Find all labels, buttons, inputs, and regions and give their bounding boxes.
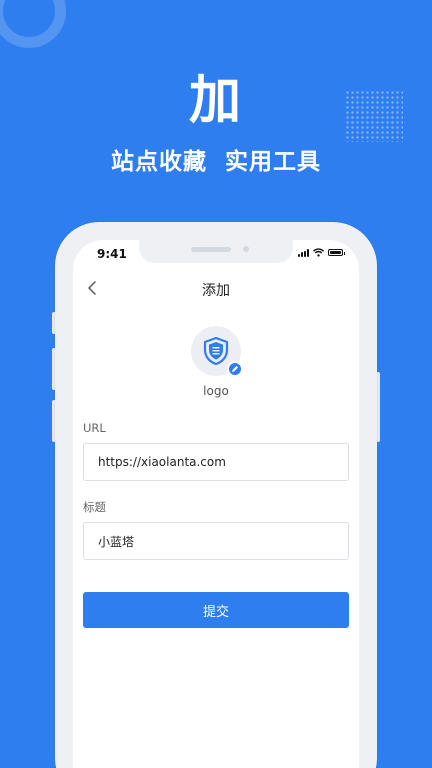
- decorative-ring: [0, 0, 66, 48]
- shield-icon: [203, 336, 229, 366]
- phone-camera: [243, 246, 249, 252]
- logo-picker[interactable]: [191, 326, 243, 377]
- phone-speaker: [191, 247, 231, 252]
- status-time: 9:41: [97, 247, 127, 261]
- phone-screen: 9:41 添加 logo URL https://xiaolanta.com 标…: [73, 240, 359, 768]
- url-input[interactable]: [83, 443, 349, 481]
- pencil-icon: [232, 366, 238, 372]
- page-title: 添加: [202, 283, 230, 299]
- url-label: URL: [83, 421, 106, 435]
- title-label: 标题: [83, 500, 106, 514]
- signal-icon: [298, 248, 309, 257]
- edit-logo-badge[interactable]: [227, 361, 243, 377]
- logo-label: logo: [203, 384, 229, 398]
- wifi-icon: [313, 248, 324, 257]
- promo-headline: 加: [188, 71, 243, 131]
- promo-tagline: 站点收藏 实用工具: [110, 149, 321, 175]
- submit-button[interactable]: 提交: [83, 592, 349, 628]
- battery-icon: [328, 249, 345, 256]
- phone-notch: [139, 240, 293, 263]
- title-input[interactable]: [83, 522, 349, 560]
- status-icons: [298, 248, 345, 257]
